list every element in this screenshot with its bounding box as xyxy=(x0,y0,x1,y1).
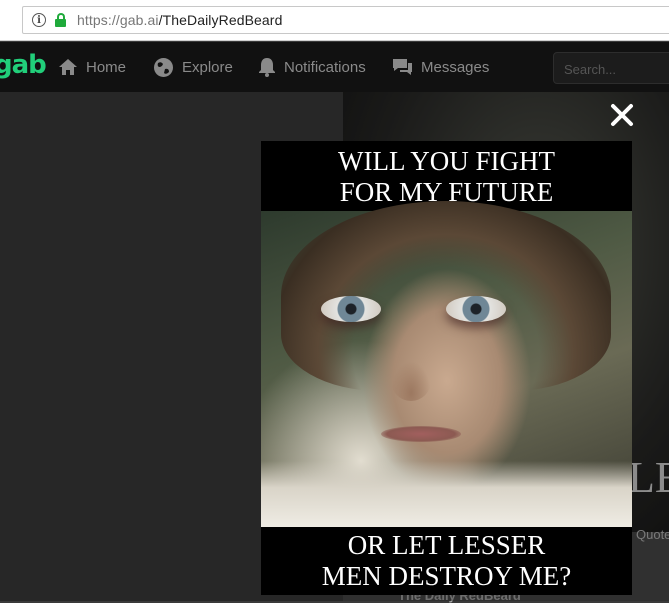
meme-bottom-line-2: MEN DESTROY ME? xyxy=(321,561,572,591)
modal-image: WILL YOU FIGHT FOR MY FUTURE OR LET LESS… xyxy=(261,141,632,595)
lock-icon xyxy=(55,13,66,27)
nav-explore-label: Explore xyxy=(182,58,233,76)
close-icon xyxy=(611,104,633,126)
top-navigation: gab Home Explore Notifications Messages … xyxy=(0,42,669,92)
photo-collar xyxy=(261,461,632,527)
nav-explore[interactable]: Explore xyxy=(153,42,233,92)
nav-messages-label: Messages xyxy=(421,58,490,76)
nav-home[interactable]: Home xyxy=(58,42,126,92)
photo-nose xyxy=(391,361,431,401)
home-icon xyxy=(59,59,77,75)
browser-toolbar: i https://gab.ai/TheDailyRedBeard xyxy=(0,0,669,41)
meme-bottom-line-1: OR LET LESSER xyxy=(347,530,546,560)
photo-left-eye xyxy=(321,296,381,322)
nav-notifications-label: Notifications xyxy=(284,58,366,76)
nav-messages[interactable]: Messages xyxy=(392,42,489,92)
photo-hair xyxy=(281,201,611,391)
gab-logo[interactable]: gab xyxy=(0,50,47,80)
photo-right-eye xyxy=(446,296,506,322)
url-text[interactable]: https://gab.ai/TheDailyRedBeard xyxy=(77,12,282,28)
nav-notifications[interactable]: Notifications xyxy=(258,42,366,92)
meme-bottom-caption: OR LET LESSER MEN DESTROY ME? xyxy=(261,527,632,595)
photo-mouth xyxy=(381,426,461,442)
meme-top-line-1: WILL YOU FIGHT xyxy=(338,146,555,176)
nav-home-label: Home xyxy=(86,58,127,76)
bell-icon xyxy=(259,58,275,77)
chat-icon xyxy=(393,59,412,75)
meme-photo xyxy=(261,201,632,527)
address-bar[interactable]: i https://gab.ai/TheDailyRedBeard xyxy=(22,6,669,34)
search-input[interactable]: Search... xyxy=(553,52,669,84)
globe-icon xyxy=(154,57,173,77)
info-icon[interactable]: i xyxy=(32,13,46,27)
close-button[interactable] xyxy=(607,100,637,130)
